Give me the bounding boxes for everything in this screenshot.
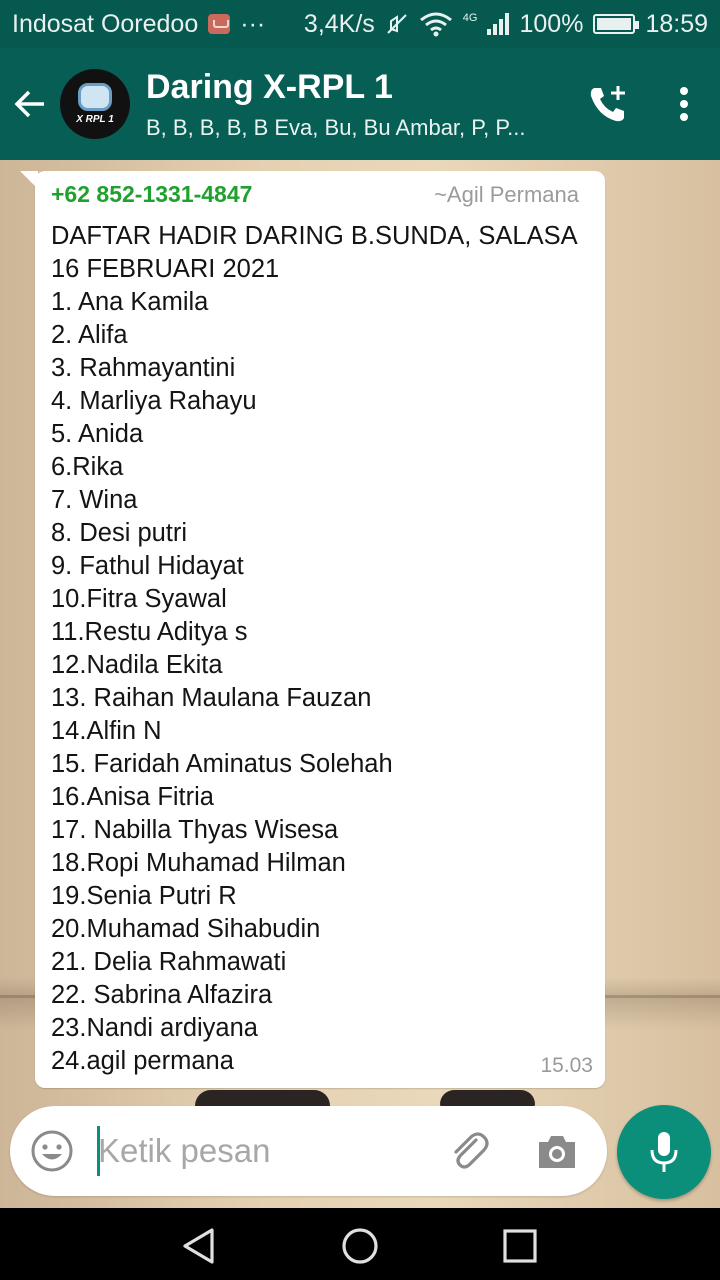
clock: 18:59 [645, 9, 708, 38]
network-type: 4G [462, 11, 478, 24]
message-line: 9. Fathul Hidayat [51, 552, 244, 580]
more-vert-icon [680, 87, 688, 121]
message-bubble[interactable]: +62 852-1331-4847 ~Agil Permana DAFTAR H… [35, 171, 605, 1088]
camera-icon [539, 1136, 575, 1168]
message-header: +62 852-1331-4847 ~Agil Permana [51, 181, 589, 214]
voice-message-button[interactable] [617, 1105, 711, 1199]
nav-home-button[interactable] [340, 1226, 380, 1266]
emoji-icon [31, 1130, 73, 1172]
signal-icon [487, 13, 510, 35]
message-line: 23.Nandi ardiyana [51, 1014, 258, 1042]
more-options-button[interactable] [648, 48, 720, 160]
carrier-name: Indosat Ooredoo [12, 9, 199, 38]
message-input[interactable] [98, 1126, 428, 1176]
battery-icon [593, 14, 640, 34]
nav-recents-button[interactable] [500, 1226, 540, 1266]
message-line: 24.agil permana [51, 1047, 234, 1075]
message-text: DAFTAR HADIR DARING B.SUNDA, SALASA 16 F… [51, 220, 589, 1078]
chat-members: B, B, B, B, B Eva, Bu, Bu Ambar, P, P... [146, 114, 526, 140]
avatar-robot-image [78, 83, 112, 111]
avatar-label: X RPL 1 [76, 114, 114, 125]
message-line: 4. Marliya Rahayu [51, 387, 257, 415]
battery-percent: 100% [519, 9, 584, 38]
nav-back-icon [183, 1228, 214, 1264]
camera-button[interactable] [535, 1130, 579, 1172]
message-line: 8. Desi putri [51, 519, 188, 547]
message-line: 2. Alifa [51, 321, 128, 349]
message-line: 14.Alfin N [51, 717, 162, 745]
status-bar: Indosat Ooredoo ··· 3,4K/s 4G 100% 18:59 [0, 0, 720, 48]
back-button[interactable] [0, 48, 60, 160]
message-line: 15. Faridah Aminatus Solehah [51, 750, 393, 778]
add-call-icon [590, 86, 625, 122]
message-line: 10.Fitra Syawal [51, 585, 227, 613]
message-line: 3. Rahmayantini [51, 354, 236, 382]
back-arrow-icon [14, 90, 44, 118]
message-line: 6.Rika [51, 453, 124, 481]
message-line: 22. Sabrina Alfazira [51, 981, 273, 1009]
mail-notification-icon [208, 14, 231, 34]
message-line: 1. Ana Kamila [51, 288, 209, 316]
navigation-bar [0, 1208, 720, 1280]
message-line: 16.Anisa Fitria [51, 783, 214, 811]
message-line: 7. Wina [51, 486, 138, 514]
message-line: 18.Ropi Muhamad Hilman [51, 849, 346, 877]
chat-header: X RPL 1 Daring X-RPL 1 B, B, B, B, B Eva… [0, 48, 720, 160]
message-line: 16 FEBRUARI 2021 [51, 255, 280, 283]
sender-name: ~Agil Permana [434, 182, 579, 207]
message-line: 5. Anida [51, 420, 144, 448]
chat-title: Daring X-RPL 1 [146, 67, 393, 106]
message-line: 19.Senia Putri R [51, 882, 237, 910]
message-line: 13. Raihan Maulana Fauzan [51, 684, 372, 712]
nav-home-icon [342, 1228, 378, 1264]
more-notifications: ··· [240, 9, 266, 38]
message-line: DAFTAR HADIR DARING B.SUNDA, SALASA [51, 222, 578, 250]
mic-icon [650, 1132, 678, 1172]
group-avatar[interactable]: X RPL 1 [60, 69, 130, 139]
wifi-icon [419, 12, 452, 37]
attach-button[interactable] [446, 1128, 492, 1174]
message-composer [10, 1106, 607, 1196]
chat-info[interactable]: Daring X-RPL 1 B, B, B, B, B Eva, Bu, Bu… [146, 68, 568, 141]
message-line: 11.Restu Aditya s [51, 618, 248, 646]
network-speed: 3,4K/s [303, 9, 375, 38]
attach-icon [454, 1132, 489, 1169]
message-line: 20.Muhamad Sihabudin [51, 915, 321, 943]
message-line: 21. Delia Rahmawati [51, 948, 287, 976]
nav-recents-icon [503, 1229, 537, 1263]
message-line: 17. Nabilla Thyas Wisesa [51, 816, 339, 844]
message-line: 12.Nadila Ekita [51, 651, 223, 679]
mute-icon [387, 14, 407, 34]
nav-back-button[interactable] [180, 1226, 220, 1266]
emoji-button[interactable] [30, 1129, 74, 1173]
sender-phone[interactable]: +62 852-1331-4847 [51, 181, 252, 208]
message-timestamp: 15.03 [540, 1054, 593, 1077]
add-call-button[interactable] [568, 48, 648, 160]
